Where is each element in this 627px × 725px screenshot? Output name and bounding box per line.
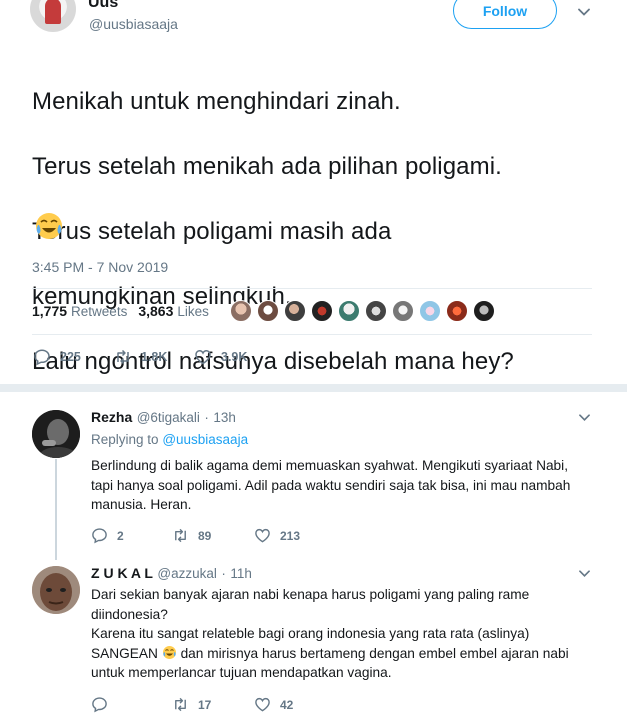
reply-header: Z U K A L @azzukal · 11h <box>91 565 252 583</box>
reply-author-handle[interactable]: @azzukal <box>157 566 216 581</box>
thread-line <box>55 459 57 560</box>
reply-count: 225 <box>60 350 81 364</box>
reply-count: 2 <box>117 528 124 543</box>
reply-author-name[interactable]: Z U K A L <box>91 565 153 581</box>
liker-avatar[interactable] <box>284 300 306 322</box>
liker-avatar[interactable] <box>257 300 279 322</box>
retweets-label[interactable]: Retweets <box>71 304 127 319</box>
separator-dot: · <box>221 566 226 581</box>
reply-icon <box>92 697 107 713</box>
reply-action[interactable] <box>91 696 108 713</box>
reply-avatar[interactable] <box>32 566 80 614</box>
liker-avatar[interactable] <box>230 300 252 322</box>
liker-avatar[interactable] <box>473 300 495 322</box>
tweet-line: Terus setelah menikah ada pilihan poliga… <box>32 152 502 180</box>
liker-avatar[interactable] <box>392 300 414 322</box>
reply-author-name[interactable]: Rezha <box>91 409 132 425</box>
reply-time[interactable]: 13h <box>213 410 236 425</box>
reply-action[interactable]: 2 <box>91 527 124 544</box>
heart-icon <box>255 697 270 712</box>
author-handle[interactable]: @uusbiasaaja <box>89 16 178 32</box>
reply-line: Berlindung di balik agama demi memuaskan… <box>91 458 569 473</box>
reply-line-part: dan mirisnya harus bertameng dengan embe… <box>180 645 569 661</box>
like-count: 3.9K <box>221 350 248 364</box>
avatar-figure-body <box>45 0 61 24</box>
tears-of-joy-emoji-icon <box>162 645 176 659</box>
retweet-action[interactable]: 89 <box>172 527 211 544</box>
reply-text: Berlindung di balik agama demi memuaskan… <box>91 456 611 515</box>
likes-count[interactable]: 3,863 <box>138 303 173 319</box>
retweet-count: 89 <box>198 528 212 543</box>
like-count: 213 <box>280 528 301 543</box>
retweet-action[interactable]: 1.8K <box>114 348 167 366</box>
divider <box>32 288 592 289</box>
reply-line: diindonesia? <box>91 606 168 622</box>
reply-line: Dari sekian banyak ajaran nabi kenapa ha… <box>91 587 530 602</box>
heart-icon <box>255 528 270 543</box>
liker-avatar[interactable] <box>419 300 441 322</box>
like-action[interactable]: 213 <box>254 527 300 544</box>
reply-action[interactable]: 225 <box>33 348 81 366</box>
tweet-timestamp[interactable]: 3:45 PM - 7 Nov 2019 <box>32 259 168 275</box>
tweet-line: Menikah untuk menghindari zinah. <box>32 87 401 115</box>
liker-avatar[interactable] <box>365 300 387 322</box>
reply-avatar[interactable] <box>32 410 80 458</box>
reply-author-handle[interactable]: @6tigakali <box>137 410 200 425</box>
reply-icon <box>34 349 50 366</box>
retweet-count: 17 <box>198 697 212 712</box>
section-divider <box>0 384 627 392</box>
retweet-icon <box>175 697 186 712</box>
reply-line: untuk memperlancar tujuan mendapatkan va… <box>91 665 392 681</box>
like-action[interactable]: 3.9K <box>194 348 247 366</box>
reply-line: tapi hanya soal poligami. Adil pada wakt… <box>91 477 571 493</box>
reply-line-part: SANGEAN <box>91 645 158 661</box>
avatar-portrait <box>32 410 80 458</box>
liker-avatar[interactable] <box>338 300 360 322</box>
liker-avatar[interactable] <box>311 300 333 322</box>
retweet-icon <box>117 349 129 365</box>
reply-line: SANGEAN dan mirisnya harus bertameng den… <box>91 644 611 664</box>
reply-text: Dari sekian banyak ajaran nabi kenapa ha… <box>91 585 611 683</box>
separator-dot: · <box>204 410 209 425</box>
heart-icon <box>195 350 211 365</box>
retweet-action[interactable]: 17 <box>172 696 211 713</box>
follow-button[interactable]: Follow <box>453 0 557 29</box>
retweets-count[interactable]: 1,775 <box>32 303 67 319</box>
chevron-down-icon[interactable] <box>579 568 590 579</box>
likes-label[interactable]: Likes <box>177 304 209 319</box>
author-name[interactable]: Uus <box>88 0 118 12</box>
reply-header: Rezha @6tigakali · 13h <box>91 409 236 427</box>
avatar-portrait <box>32 566 80 614</box>
divider <box>32 334 592 335</box>
reply-icon <box>92 528 107 544</box>
replying-to-handle[interactable]: @uusbiasaaja <box>162 432 248 447</box>
liker-avatar[interactable] <box>446 300 468 322</box>
tweet-line: Terus setelah poligami masih ada <box>32 217 392 245</box>
tears-of-joy-emoji-icon <box>36 213 62 239</box>
reply-line: manusia. Heran. <box>91 497 192 513</box>
like-action[interactable]: 42 <box>254 696 293 713</box>
chevron-down-icon[interactable] <box>579 412 590 423</box>
reply-time[interactable]: 11h <box>230 566 252 581</box>
replying-to: Replying to @uusbiasaaja <box>91 432 248 447</box>
chevron-down-icon[interactable] <box>578 6 590 18</box>
like-count: 42 <box>280 697 294 712</box>
replying-prefix: Replying to <box>91 432 159 447</box>
retweet-count: 1.8K <box>141 350 168 364</box>
tweet-stats: 1,775 Retweets 3,863 Likes <box>32 303 209 319</box>
author-avatar[interactable] <box>30 0 76 32</box>
retweet-icon <box>175 528 186 543</box>
reply-line: Karena itu sangat relateble bagi orang i… <box>91 626 530 642</box>
